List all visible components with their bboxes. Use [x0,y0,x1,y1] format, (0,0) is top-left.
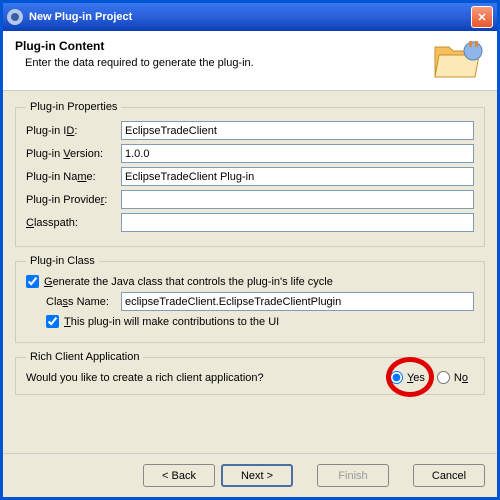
plugin-id-label: Plug-in ID: [26,125,121,137]
wizard-content: Plug-in Properties Plug-in ID: Plug-in V… [3,91,497,453]
plugin-version-label: Plug-in Version: [26,148,121,160]
plugin-class-legend: Plug-in Class [26,255,99,267]
folder-plugin-icon [433,39,485,82]
button-bar: < Back Next > Finish Cancel [3,453,497,497]
rich-client-legend: Rich Client Application [26,351,143,363]
plugin-properties-group: Plug-in Properties Plug-in ID: Plug-in V… [15,101,485,247]
plugin-provider-input[interactable] [121,190,474,209]
plugin-provider-label: Plug-in Provider: [26,194,121,206]
plugin-name-input[interactable] [121,167,474,186]
wizard-window: New Plug-in Project ✕ Plug-in Content En… [0,0,500,500]
classpath-label: Classpath: [26,217,121,229]
plugin-properties-legend: Plug-in Properties [26,101,121,113]
generate-class-checkbox[interactable] [26,275,39,288]
window-title: New Plug-in Project [29,11,132,23]
finish-button: Finish [317,464,389,487]
rca-yes-wrap[interactable]: Yes [390,371,425,384]
generate-class-label: Generate the Java class that controls th… [44,276,333,288]
plugin-class-group: Plug-in Class Generate the Java class th… [15,255,485,343]
rca-no-label: No [454,372,468,384]
page-subtitle: Enter the data required to generate the … [25,57,254,69]
rca-no-radio[interactable] [437,371,450,384]
rca-yes-radio[interactable] [390,371,403,384]
rca-question: Would you like to create a rich client a… [26,372,384,384]
plugin-version-input[interactable] [121,144,474,163]
cancel-button[interactable]: Cancel [413,464,485,487]
close-icon: ✕ [477,11,486,24]
classpath-input[interactable] [121,213,474,232]
close-button[interactable]: ✕ [471,6,493,28]
page-title: Plug-in Content [15,39,254,53]
rich-client-group: Rich Client Application Would you like t… [15,351,485,395]
rca-yes-label: Yes [407,372,425,384]
eclipse-icon [7,9,23,25]
plugin-name-label: Plug-in Name: [26,171,121,183]
back-button[interactable]: < Back [143,464,215,487]
class-name-label: Class Name: [46,296,121,308]
rca-no-wrap[interactable]: No [437,371,468,384]
ui-contrib-label: This plug-in will make contributions to … [64,316,279,328]
ui-contrib-checkbox[interactable] [46,315,59,328]
next-button[interactable]: Next > [221,464,293,487]
plugin-id-input[interactable] [121,121,474,140]
titlebar: New Plug-in Project ✕ [3,3,497,31]
class-name-input[interactable] [121,292,474,311]
wizard-header: Plug-in Content Enter the data required … [3,31,497,91]
